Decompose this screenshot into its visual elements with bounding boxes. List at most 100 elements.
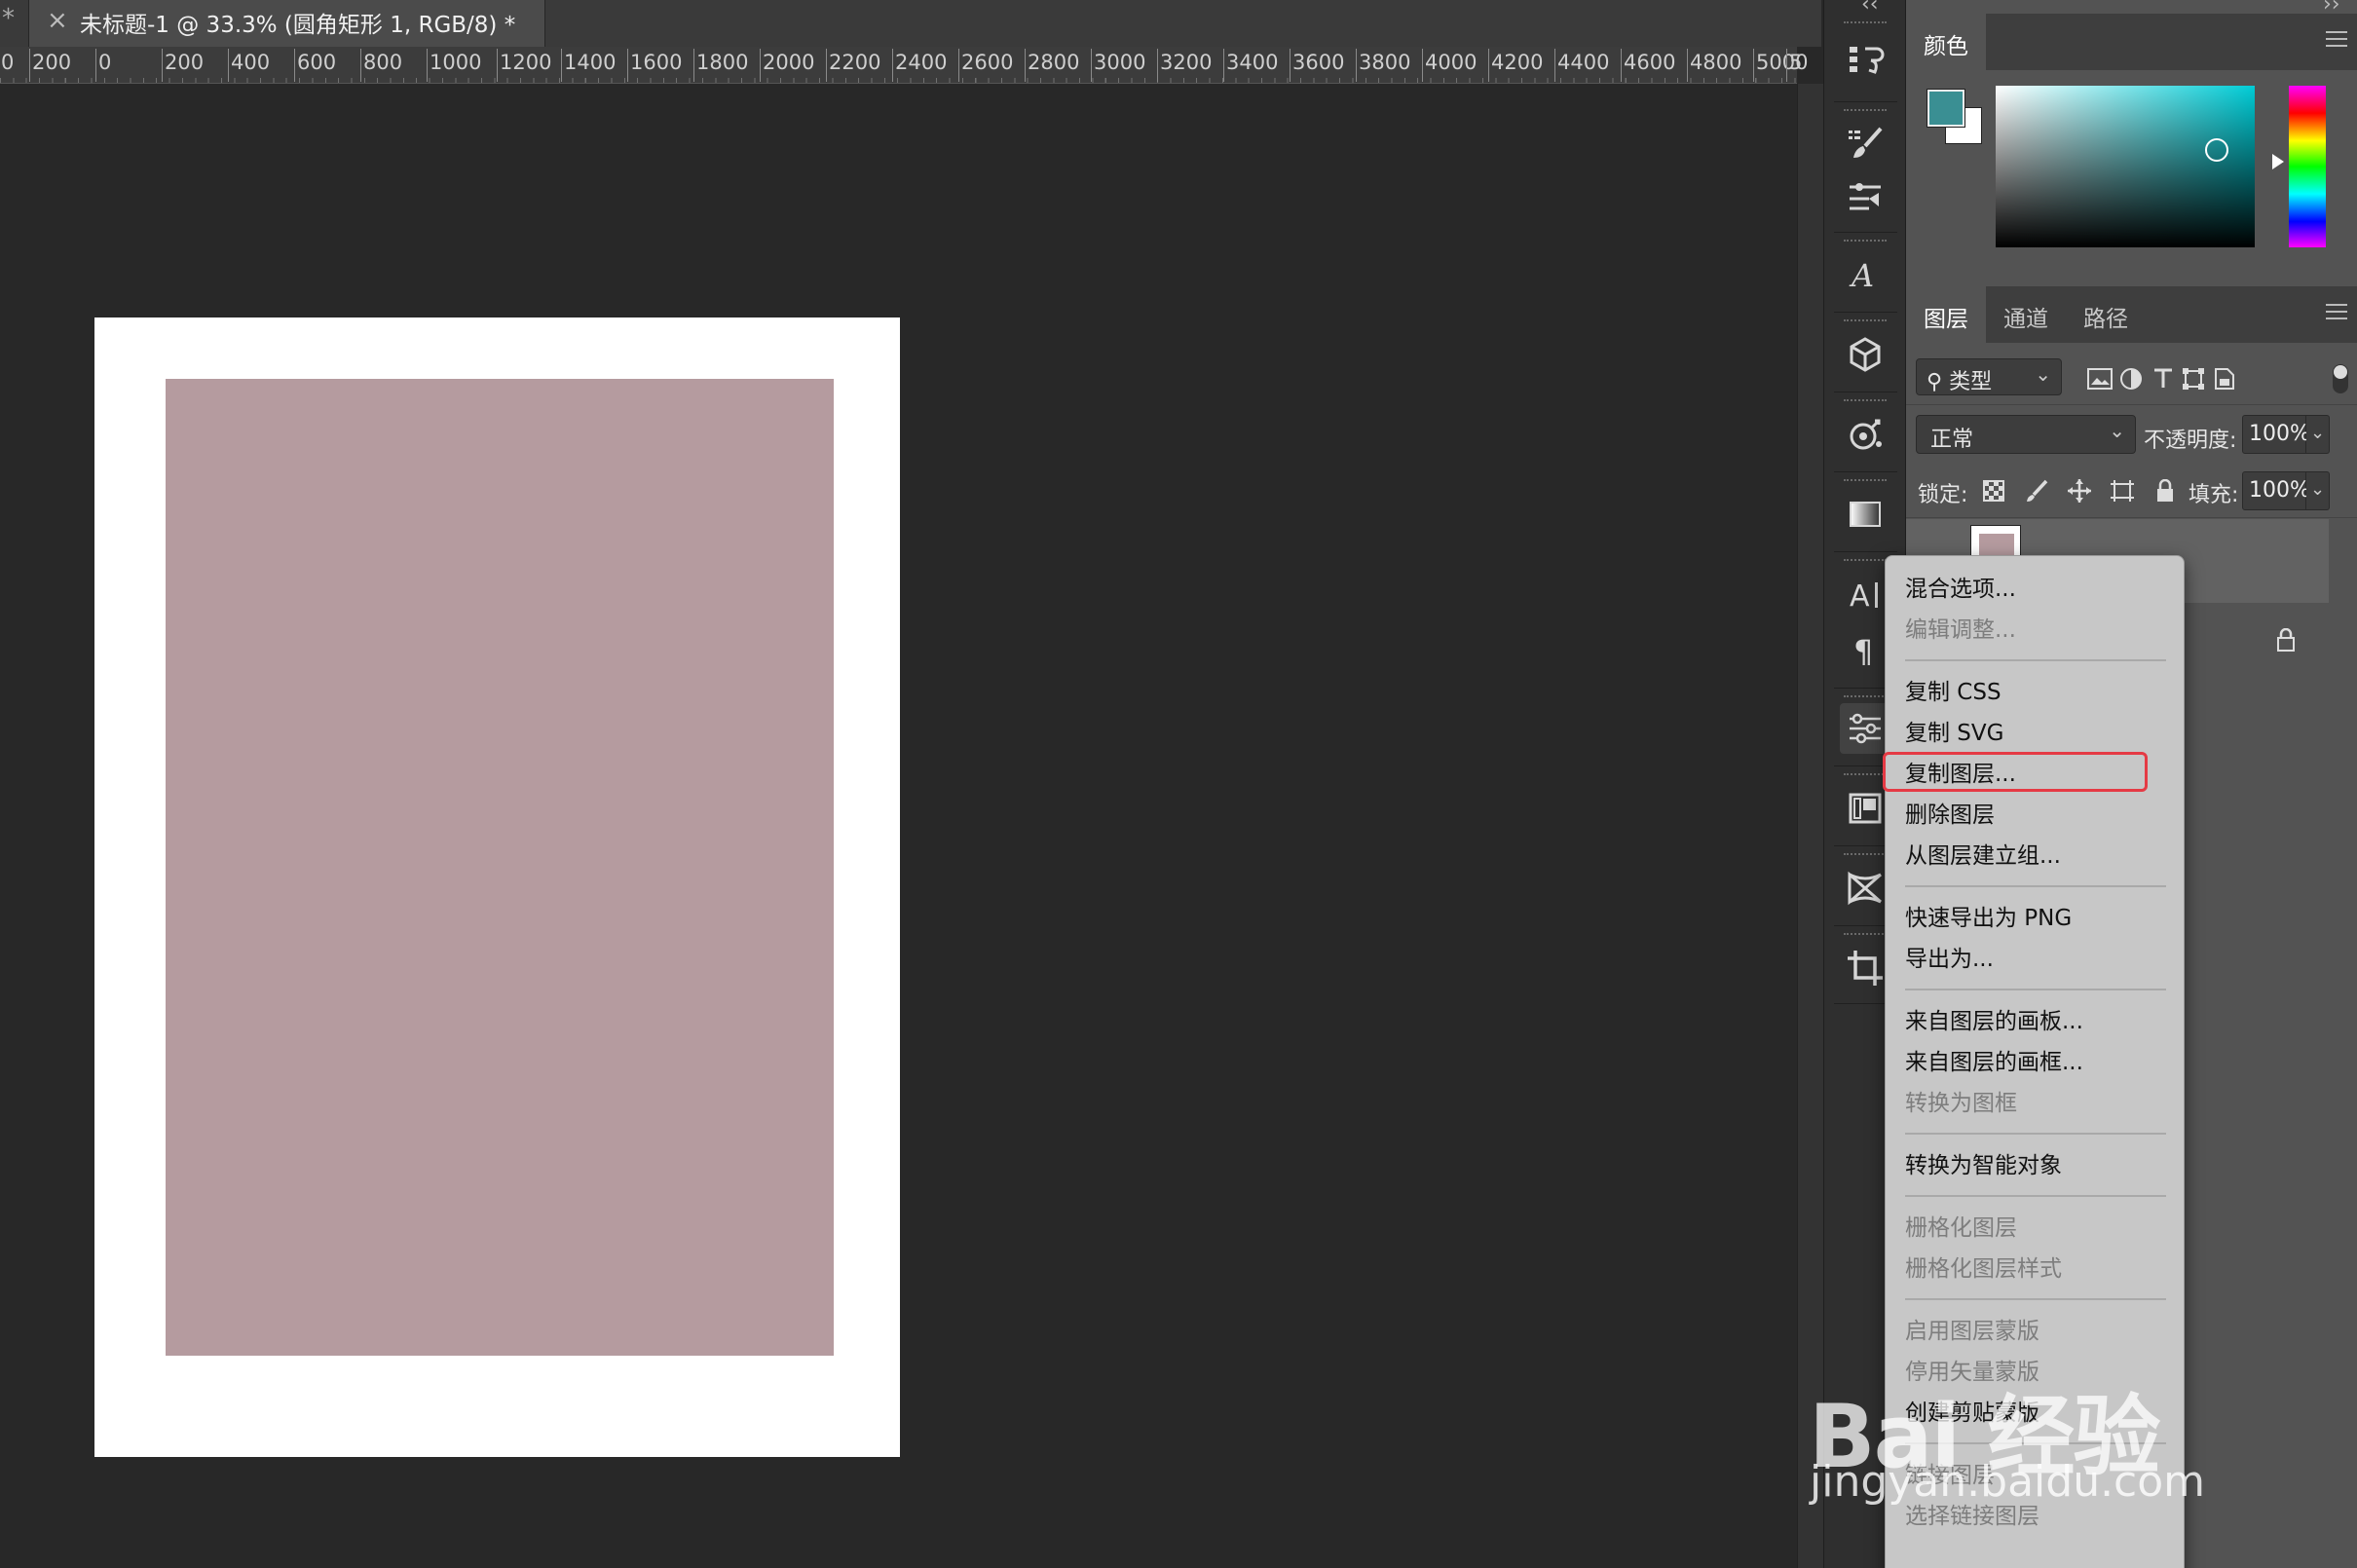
rounded-rectangle-shape[interactable] <box>166 379 834 1356</box>
history-icon[interactable] <box>1840 35 1890 86</box>
svg-text:¶: ¶ <box>1853 633 1873 668</box>
hue-slider-arrow-icon[interactable] <box>2272 154 2284 169</box>
lock-transparent-pixels-icon[interactable] <box>1980 477 2007 504</box>
properties-target-icon[interactable] <box>1840 409 1890 460</box>
menu-item[interactable]: 复制 CSS <box>1905 673 2002 706</box>
baidu-watermark-url: jingyan.baidu.com <box>1810 1457 2206 1507</box>
ruler-major-tick <box>1290 49 1291 82</box>
opacity-dropdown-icon[interactable]: ⌄ <box>2306 415 2330 454</box>
opacity-label: 不透明度: <box>2144 429 2237 453</box>
blend-mode-select[interactable]: 正常 ⌄ <box>1916 415 2136 454</box>
strip-separator <box>1834 101 1897 102</box>
ruler-label: 1000 <box>430 51 482 74</box>
filter-shape-layer-icon[interactable] <box>2178 363 2209 394</box>
artboard[interactable] <box>94 317 900 1457</box>
fill-input[interactable]: 100% <box>2242 471 2310 510</box>
ruler-major-tick <box>1753 49 1754 82</box>
ruler-label: 200 <box>165 51 205 74</box>
color-picker-ring[interactable] <box>2205 138 2228 162</box>
3d-cube-icon[interactable] <box>1840 329 1890 380</box>
dock-grip[interactable] <box>1844 109 1887 113</box>
document-title: 未标题-1 @ 33.3% (圆角矩形 1, RGB/8) * <box>80 13 516 38</box>
menu-item[interactable]: 复制 SVG <box>1905 714 2003 747</box>
lock-position-icon[interactable] <box>2066 477 2093 504</box>
dock-grip[interactable] <box>1844 773 1887 777</box>
dock-grip[interactable] <box>1844 319 1887 323</box>
menu-item[interactable]: 快速导出为 PNG <box>1905 899 2072 932</box>
opacity-input[interactable]: 100% <box>2242 415 2310 454</box>
svg-text:A: A <box>1849 257 1874 294</box>
ruler-label: 2600 <box>961 51 1014 74</box>
ruler-label: 0 <box>1 51 15 74</box>
fill-dropdown-icon[interactable]: ⌄ <box>2306 471 2330 510</box>
glyph-script-icon[interactable]: A <box>1840 249 1890 300</box>
tab-layers[interactable]: 图层 <box>1906 286 1986 343</box>
ruler-label: 4400 <box>1557 51 1610 74</box>
dock-grip[interactable] <box>1844 695 1887 699</box>
lock-artboard-icon[interactable] <box>2109 477 2136 504</box>
menu-item[interactable]: 转换为智能对象 <box>1905 1146 2062 1179</box>
tab-paths[interactable]: 路径 <box>2066 286 2146 343</box>
ruler-major-tick <box>95 49 96 82</box>
menu-item[interactable]: 混合选项... <box>1905 570 2016 603</box>
horizontal-ruler[interactable]: 0 200 0 200 400 600 800 1000 1200 1400 1600 1800 200… <box>0 47 1808 84</box>
ruler-major-tick <box>360 49 361 82</box>
ruler-label: 3400 <box>1226 51 1279 74</box>
previous-tab-edge[interactable]: * <box>0 0 29 47</box>
filter-smart-object-icon[interactable] <box>2209 363 2240 394</box>
menu-item[interactable]: 来自图层的画板... <box>1905 1002 2083 1035</box>
filter-kind-select[interactable]: ⚲ 类型 ⌄ <box>1916 358 2062 395</box>
crop-icon[interactable] <box>1840 943 1890 993</box>
dock-grip[interactable] <box>1844 559 1887 563</box>
tab-color[interactable]: 颜色 <box>1906 14 1986 70</box>
dock-grip[interactable] <box>1844 933 1887 937</box>
menu-item[interactable]: 来自图层的画框... <box>1905 1043 2083 1076</box>
lock-all-icon[interactable] <box>2151 477 2179 504</box>
brush-settings-icon[interactable] <box>1840 117 1890 168</box>
menu-item: 栅格化图层样式 <box>1905 1256 2062 1282</box>
saturation-brightness-field[interactable] <box>1996 86 2255 247</box>
ruler-major-tick <box>497 49 498 82</box>
ruler-major-tick <box>1025 49 1026 82</box>
document-tab[interactable]: × 未标题-1 @ 33.3% (圆角矩形 1, RGB/8) * <box>29 0 545 47</box>
collapse-dock-icon[interactable]: ‹‹ <box>1861 0 1879 17</box>
gradient-icon[interactable] <box>1840 489 1890 540</box>
filter-adjustment-layer-icon[interactable] <box>2115 363 2147 394</box>
dock-grip[interactable] <box>1844 479 1887 483</box>
filter-type-layer-icon[interactable] <box>2148 363 2179 394</box>
filter-pixel-layer-icon[interactable] <box>2084 363 2115 394</box>
ruler-label: 2000 <box>763 51 815 74</box>
hue-slider[interactable] <box>2289 86 2326 247</box>
character-icon[interactable]: A <box>1840 569 1890 619</box>
menu-item[interactable]: 删除图层 <box>1905 796 1995 829</box>
layers-panel-menu-icon[interactable] <box>2326 304 2347 319</box>
dock-grip[interactable] <box>1844 853 1887 857</box>
3d-move-icon[interactable] <box>1840 863 1890 914</box>
foreground-background-swatches[interactable] <box>1927 89 1988 150</box>
tab-channels[interactable]: 通道 <box>1986 286 2066 343</box>
strip-separator <box>1834 471 1897 472</box>
dock-grip[interactable] <box>1844 21 1887 25</box>
ruler-label: 3600 <box>1292 51 1345 74</box>
menu-item[interactable]: 导出为... <box>1905 940 1994 973</box>
layers-panel-header: 图层 通道 路径 <box>1906 286 2357 343</box>
foreground-color-swatch[interactable] <box>1927 89 1965 128</box>
svg-text:A: A <box>1850 579 1870 614</box>
dock-grip[interactable] <box>1844 399 1887 403</box>
color-panel-menu-icon[interactable] <box>2326 31 2347 47</box>
artboard-icon[interactable] <box>1840 783 1890 834</box>
menu-item: 启用图层蒙版 <box>1905 1319 2039 1344</box>
paragraph-icon[interactable]: ¶ <box>1840 623 1890 674</box>
vertical-scrollbar[interactable] <box>1797 84 1823 1568</box>
ruler-major-tick <box>228 49 229 82</box>
dock-grip[interactable] <box>1844 240 1887 243</box>
lock-image-pixels-icon[interactable] <box>2023 477 2050 504</box>
menu-item[interactable]: 从图层建立组... <box>1905 837 2061 870</box>
blend-mode-value: 正常 <box>1930 428 1974 452</box>
close-tab-icon[interactable]: × <box>47 6 68 35</box>
adjustments-sliders-icon[interactable] <box>1840 171 1890 222</box>
ruler-major-tick <box>1687 49 1688 82</box>
adjustments-panel-icon[interactable] <box>1840 703 1890 754</box>
filter-toggle[interactable] <box>2333 364 2348 393</box>
ruler-major-tick <box>892 49 893 82</box>
